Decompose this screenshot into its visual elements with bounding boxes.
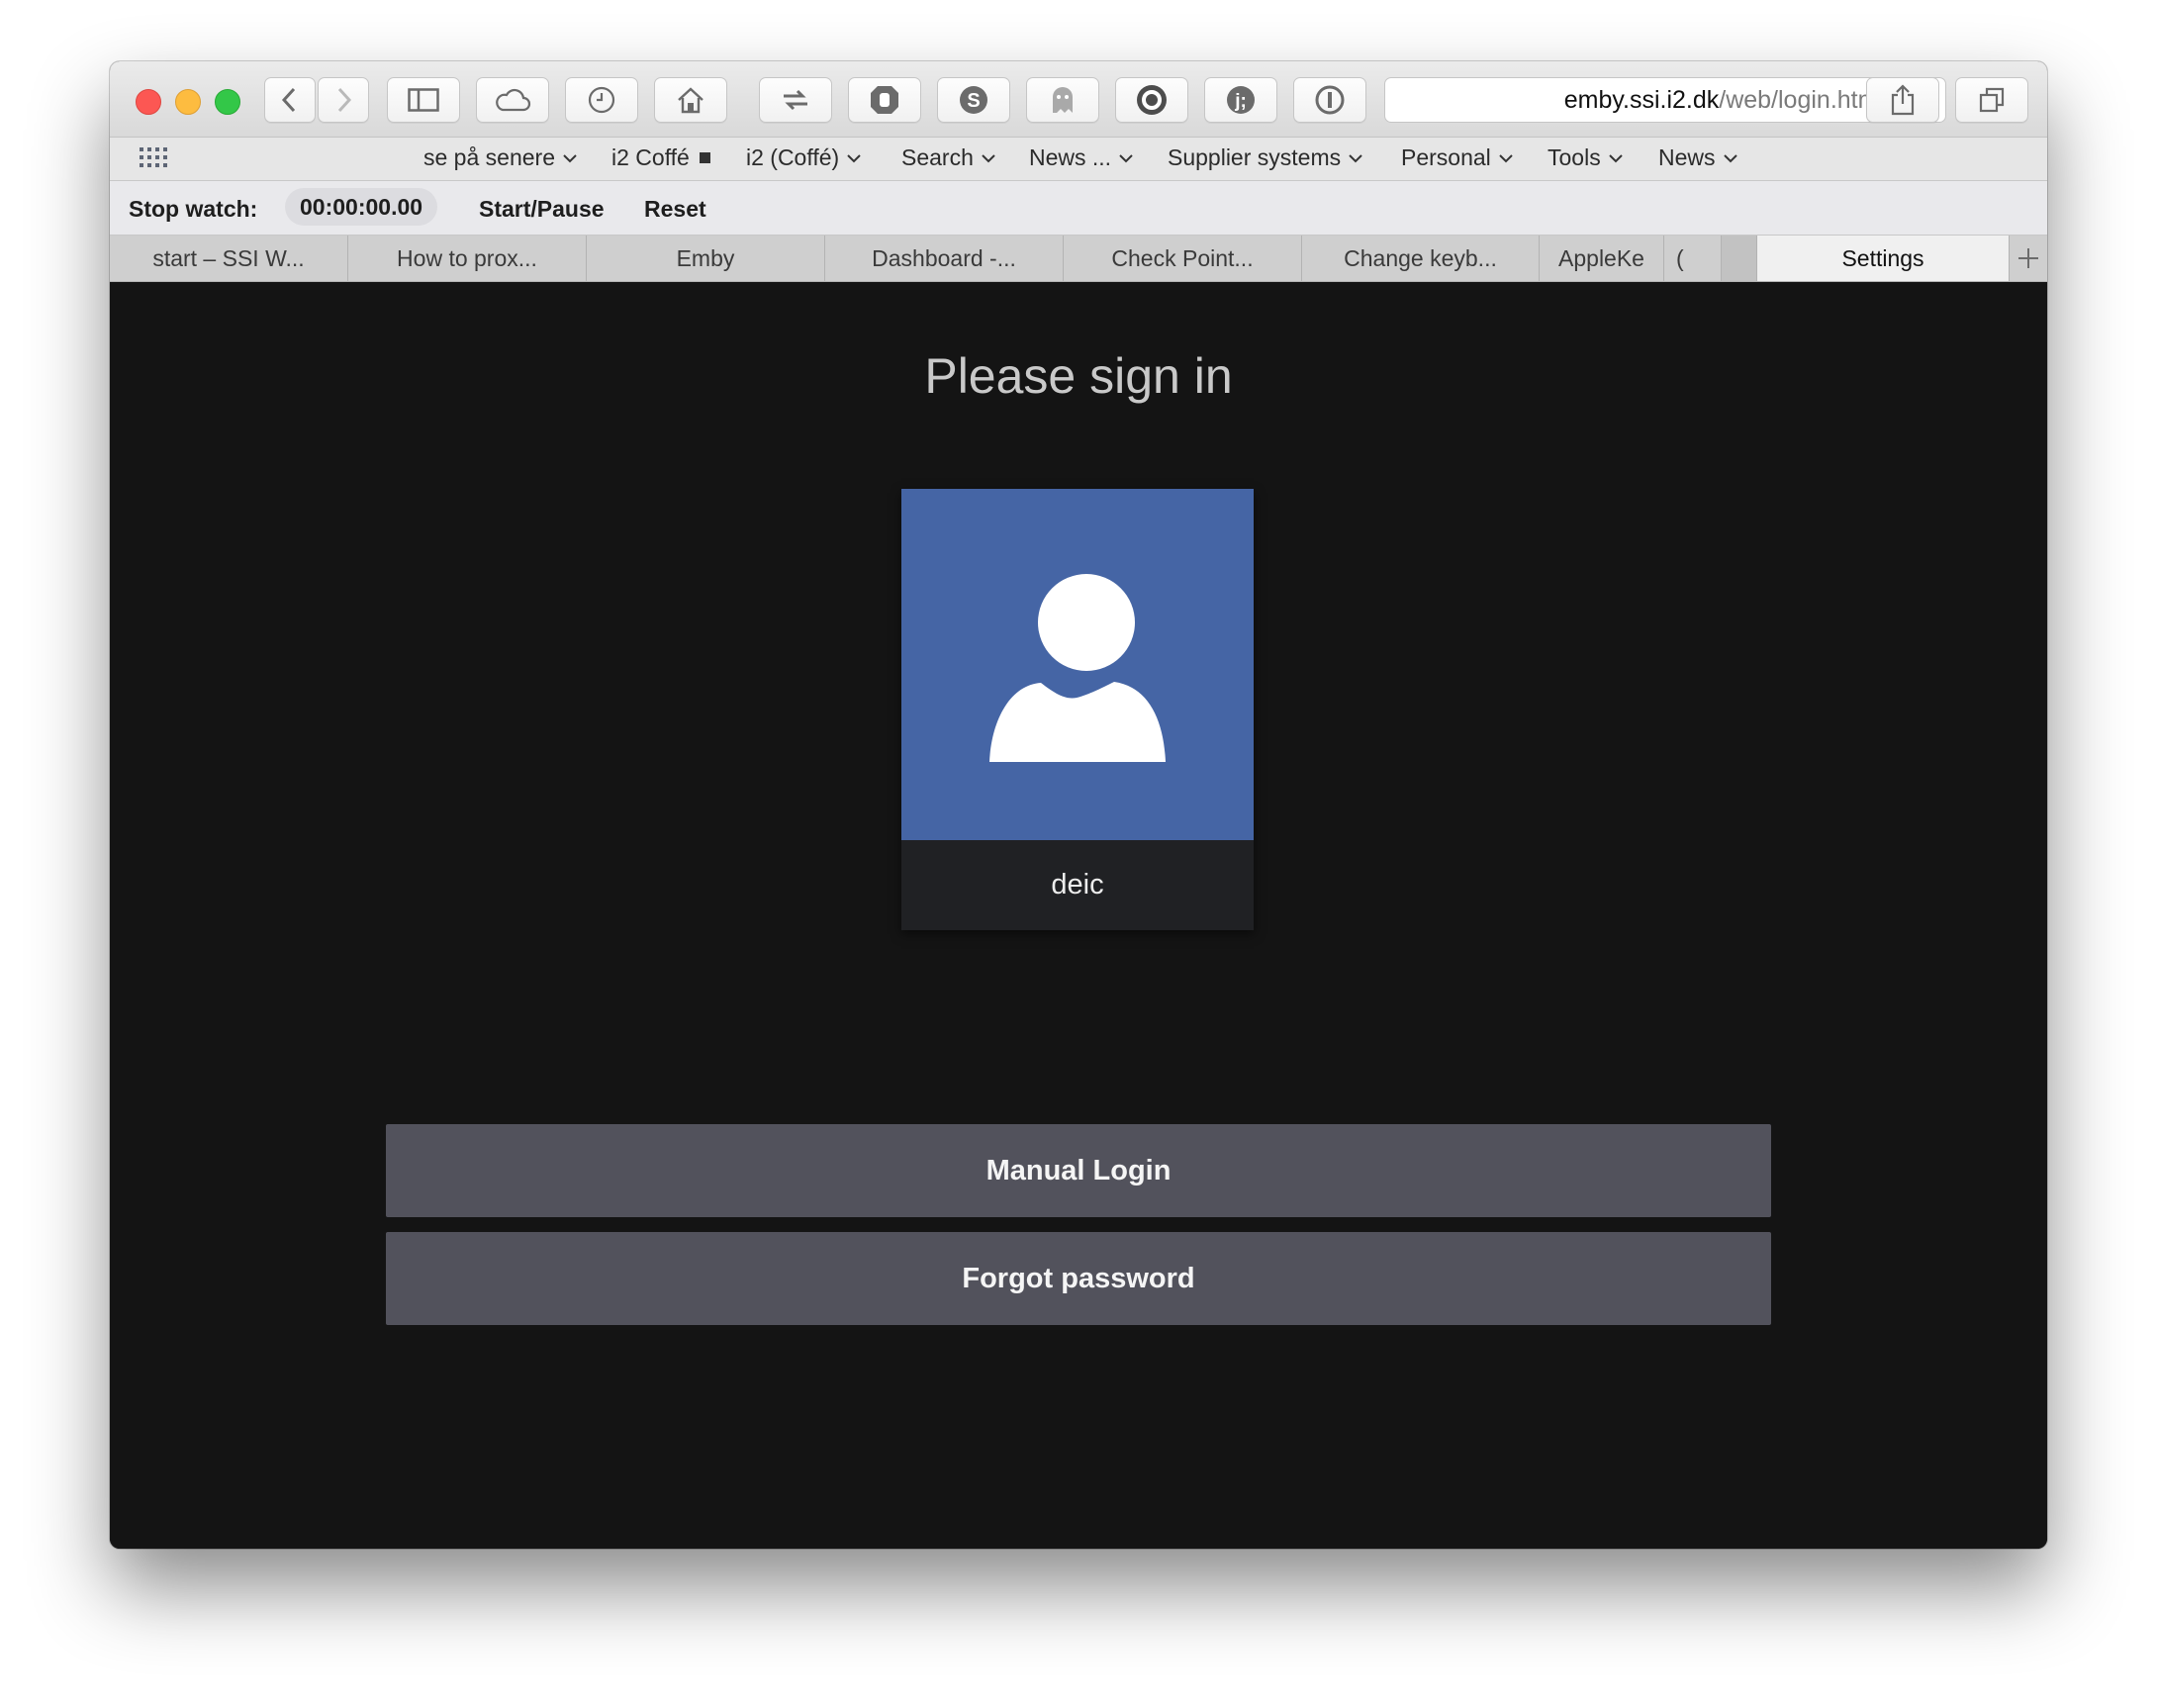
chevron-down-icon <box>982 153 995 162</box>
bookmark-label: Search <box>901 144 974 170</box>
back-button[interactable] <box>264 77 316 123</box>
bookmark-item[interactable]: i2 Coffé <box>611 144 710 171</box>
url-path: /web/login.html <box>1719 85 1884 114</box>
user-card[interactable]: deic <box>901 489 1254 930</box>
apps-grid-icon[interactable] <box>140 147 169 169</box>
bookmark-folder[interactable]: Supplier systems <box>1168 144 1362 171</box>
forgot-password-button[interactable]: Forgot password <box>386 1232 1771 1325</box>
chevron-down-icon <box>563 153 577 162</box>
keyhole-icon <box>1315 85 1345 115</box>
tab[interactable]: Dashboard -... <box>825 236 1064 281</box>
home-button[interactable] <box>654 77 727 123</box>
plus-icon <box>2018 248 2038 268</box>
bookmark-label: Personal <box>1401 144 1491 170</box>
cloud-icon <box>496 88 531 112</box>
zoom-window-button[interactable] <box>215 89 240 115</box>
clock-icon <box>588 86 615 114</box>
bookmark-label: News <box>1658 144 1716 170</box>
bookmark-label: i2 Coffé <box>611 144 690 170</box>
reset-button[interactable]: Reset <box>644 196 706 223</box>
extension-arrows-button[interactable] <box>759 77 832 123</box>
user-silhouette-icon <box>989 574 1166 762</box>
tab[interactable]: AppleKe <box>1540 236 1664 281</box>
sidebar-button[interactable] <box>387 77 460 123</box>
bookmark-label: News ... <box>1029 144 1112 170</box>
bookmark-label: Tools <box>1547 144 1601 170</box>
bookmark-folder[interactable]: Personal <box>1401 144 1513 171</box>
avatar <box>901 489 1254 840</box>
page-title: Please sign in <box>924 348 1233 404</box>
s-badge-icon: S <box>960 86 987 114</box>
tab[interactable]: start – SSI W... <box>110 236 348 281</box>
bookmark-folder[interactable]: se på senere <box>423 144 577 171</box>
home-icon <box>678 87 703 114</box>
url-host: emby.ssi.i2.dk <box>1563 85 1720 114</box>
tab-bar: start – SSI W... How to prox... Emby Das… <box>110 236 2047 282</box>
tab[interactable]: How to prox... <box>348 236 587 281</box>
chevron-down-icon <box>1723 153 1737 162</box>
stopwatch-label: Stop watch: <box>129 196 258 222</box>
extension-ghost-button[interactable] <box>1026 77 1099 123</box>
j-badge-icon: j; <box>1227 86 1255 114</box>
tab[interactable]: ( <box>1664 236 1722 281</box>
chevron-down-icon <box>1608 153 1623 162</box>
extension-s-button[interactable]: S <box>937 77 1010 123</box>
extension-j-button[interactable]: j; <box>1204 77 1277 123</box>
stopwatch-time: 00:00:00.00 <box>285 188 438 226</box>
bookmark-folder[interactable]: Tools <box>1547 144 1623 171</box>
bookmark-label: Supplier systems <box>1168 144 1342 170</box>
square-icon <box>699 152 710 163</box>
bookmark-folder[interactable]: Search <box>901 144 995 171</box>
new-tab-button[interactable] <box>2010 236 2047 281</box>
share-button[interactable] <box>1866 77 1939 123</box>
password-manager-button[interactable] <box>1293 77 1366 123</box>
stopwatch-bar: Stop watch: 00:00:00.00 Start/Pause Rese… <box>110 181 2047 236</box>
tab[interactable]: Check Point... <box>1064 236 1302 281</box>
history-button[interactable] <box>565 77 638 123</box>
bookmark-folder[interactable]: News ... <box>1029 144 1133 171</box>
sidebar-icon <box>408 88 439 112</box>
extension-circle-button[interactable] <box>1115 77 1188 123</box>
bookmark-folder[interactable]: i2 (Coffé) <box>746 144 861 171</box>
swap-arrows-icon <box>784 89 807 111</box>
share-icon <box>1891 84 1915 116</box>
chevron-left-icon <box>281 87 296 113</box>
user-name: deic <box>1051 869 1104 901</box>
tab[interactable]: Emby <box>587 236 825 281</box>
tab[interactable] <box>1722 236 1757 281</box>
minimize-window-button[interactable] <box>175 89 201 115</box>
bookmarks-bar: se på senere i2 Coffé i2 (Coffé) Search … <box>110 138 2047 181</box>
tab[interactable]: Change keyb... <box>1302 236 1540 281</box>
bookmark-label: se på senere <box>423 144 555 170</box>
address-bar[interactable]: emby.ssi.i2.dk/web/login.html <box>1384 77 1946 123</box>
login-page: Please sign in deic Manual Login Forgot … <box>110 282 2047 1549</box>
icloud-tabs-button[interactable] <box>476 77 549 123</box>
chevron-down-icon <box>847 153 861 162</box>
svg-text:j;: j; <box>1234 91 1247 112</box>
bookmark-folder[interactable]: News <box>1658 144 1737 171</box>
extension-hand-button[interactable] <box>848 77 921 123</box>
chevron-down-icon <box>1119 153 1133 162</box>
tab-settings[interactable]: Settings <box>1757 236 2010 281</box>
forward-button[interactable] <box>318 77 369 123</box>
tabs-overview-icon <box>1979 87 2005 113</box>
bookmark-label: i2 (Coffé) <box>746 144 840 170</box>
chevron-down-icon <box>1349 153 1362 162</box>
start-pause-button[interactable]: Start/Pause <box>479 196 605 223</box>
browser-window: S j; emby.ssi.i2.dk/web/login.html se på… <box>110 61 2047 1549</box>
manual-login-button[interactable]: Manual Login <box>386 1124 1771 1217</box>
close-window-button[interactable] <box>136 89 161 115</box>
svg-text:S: S <box>967 90 980 112</box>
chevron-right-icon <box>337 87 352 113</box>
chevron-down-icon <box>1499 153 1513 162</box>
tab-overview-button[interactable] <box>1955 77 2028 123</box>
ghost-icon <box>1053 87 1073 113</box>
spiral-icon <box>1137 85 1167 115</box>
browser-toolbar: S j; emby.ssi.i2.dk/web/login.html <box>110 61 2047 138</box>
stop-hand-icon <box>871 86 898 114</box>
